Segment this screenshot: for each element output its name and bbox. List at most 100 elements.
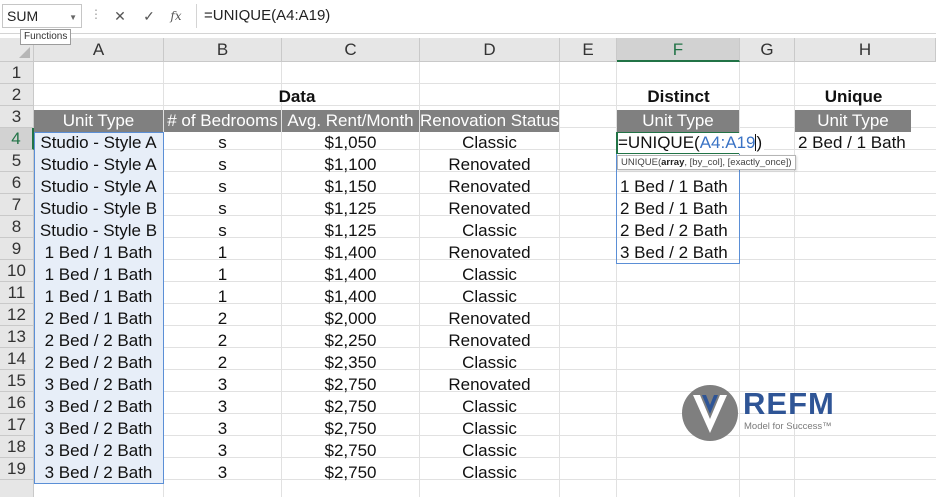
status-cell[interactable]: Classic (420, 264, 559, 286)
unit-type-cell[interactable]: 3 Bed / 2 Bath (34, 418, 163, 440)
row-header-14[interactable]: 14 (0, 348, 34, 370)
cancel-icon[interactable]: ✕ (110, 6, 130, 26)
bedrooms-cell[interactable]: 3 (164, 418, 281, 440)
rent-cell[interactable]: $1,100 (282, 154, 419, 176)
row-header-9[interactable]: 9 (0, 238, 34, 260)
row-header-15[interactable]: 15 (0, 370, 34, 392)
status-cell[interactable]: Renovated (420, 154, 559, 176)
unit-type-cell[interactable]: 3 Bed / 2 Bath (34, 396, 163, 418)
row-header-11[interactable]: 11 (0, 282, 34, 304)
unit-type-cell[interactable]: 1 Bed / 1 Bath (34, 264, 163, 286)
unit-type-cell[interactable]: Studio - Style A (34, 176, 163, 198)
insert-function-icon[interactable]: fx (166, 6, 186, 26)
formula-input[interactable]: =UNIQUE(A4:A19) (196, 4, 934, 28)
unit-type-cell[interactable]: 2 Bed / 2 Bath (34, 330, 163, 352)
status-cell[interactable]: Renovated (420, 176, 559, 198)
status-cell[interactable]: Classic (420, 220, 559, 242)
column-header-b[interactable]: B (164, 38, 282, 62)
row-header-10[interactable]: 10 (0, 260, 34, 282)
status-cell[interactable]: Renovated (420, 198, 559, 220)
unit-type-cell[interactable]: Studio - Style B (34, 220, 163, 242)
bedrooms-cell[interactable]: 1 (164, 242, 281, 264)
row-header-5[interactable]: 5 (0, 150, 34, 172)
rent-cell[interactable]: $1,400 (282, 264, 419, 286)
unit-type-cell[interactable]: Studio - Style A (34, 154, 163, 176)
chevron-down-icon[interactable]: ▼ (69, 13, 77, 22)
column-header-f[interactable]: F (617, 38, 740, 62)
rent-cell[interactable]: $2,750 (282, 462, 419, 484)
rent-cell[interactable]: $2,250 (282, 330, 419, 352)
rent-cell[interactable]: $2,000 (282, 308, 419, 330)
bedrooms-cell[interactable]: s (164, 154, 281, 176)
column-header-e[interactable]: E (560, 38, 617, 62)
status-cell[interactable]: Renovated (420, 308, 559, 330)
rent-cell[interactable]: $1,125 (282, 198, 419, 220)
column-header-g[interactable]: G (740, 38, 795, 62)
row-header-3[interactable]: 3 (0, 106, 34, 128)
row-header-1[interactable]: 1 (0, 62, 34, 84)
rent-cell[interactable]: $1,050 (282, 132, 419, 154)
column-header-h[interactable]: H (795, 38, 936, 62)
status-cell[interactable]: Classic (420, 396, 559, 418)
row-header-13[interactable]: 13 (0, 326, 34, 348)
enter-icon[interactable]: ✓ (139, 6, 159, 26)
column-header-c[interactable]: C (282, 38, 420, 62)
rent-cell[interactable]: $1,150 (282, 176, 419, 198)
header-avg-rent[interactable]: Avg. Rent/Month (282, 110, 419, 132)
unit-type-cell[interactable]: Studio - Style B (34, 198, 163, 220)
status-cell[interactable]: Classic (420, 418, 559, 440)
bedrooms-cell[interactable]: s (164, 132, 281, 154)
bedrooms-cell[interactable]: s (164, 176, 281, 198)
row-header-18[interactable]: 18 (0, 436, 34, 458)
active-cell-formula[interactable]: =UNIQUE(A4:A19) (618, 133, 765, 153)
row-header-4[interactable]: 4 (0, 128, 34, 150)
status-cell[interactable]: Renovated (420, 330, 559, 352)
status-cell[interactable]: Classic (420, 286, 559, 308)
unique-header[interactable]: Unit Type (795, 110, 911, 132)
bedrooms-cell[interactable]: 2 (164, 308, 281, 330)
status-cell[interactable]: Classic (420, 462, 559, 484)
status-cell[interactable]: Classic (420, 132, 559, 154)
unit-type-cell[interactable]: 3 Bed / 2 Bath (34, 462, 163, 484)
bedrooms-cell[interactable]: 3 (164, 396, 281, 418)
row-header-2[interactable]: 2 (0, 84, 34, 106)
rent-cell[interactable]: $2,750 (282, 396, 419, 418)
name-box[interactable]: SUM ▼ (2, 4, 82, 28)
row-header-17[interactable]: 17 (0, 414, 34, 436)
rent-cell[interactable]: $2,750 (282, 374, 419, 396)
rent-cell[interactable]: $2,750 (282, 440, 419, 462)
distinct-value-cell[interactable]: 3 Bed / 2 Bath (617, 242, 739, 264)
rent-cell[interactable]: $1,125 (282, 220, 419, 242)
unit-type-cell[interactable]: 2 Bed / 2 Bath (34, 352, 163, 374)
rent-cell[interactable]: $1,400 (282, 286, 419, 308)
bedrooms-cell[interactable]: 2 (164, 352, 281, 374)
header-renovation-status[interactable]: Renovation Status (420, 110, 559, 132)
bedrooms-cell[interactable]: 3 (164, 374, 281, 396)
bedrooms-cell[interactable]: 2 (164, 330, 281, 352)
bedrooms-cell[interactable]: s (164, 220, 281, 242)
header-unit-type[interactable]: Unit Type (34, 110, 163, 132)
bedrooms-cell[interactable]: s (164, 198, 281, 220)
rent-cell[interactable]: $2,350 (282, 352, 419, 374)
rent-cell[interactable]: $2,750 (282, 418, 419, 440)
distinct-value-cell[interactable]: 2 Bed / 1 Bath (617, 198, 739, 220)
unit-type-cell[interactable]: 1 Bed / 1 Bath (34, 242, 163, 264)
distinct-value-cell[interactable]: 1 Bed / 1 Bath (617, 176, 739, 198)
row-header-20[interactable] (0, 480, 34, 497)
bedrooms-cell[interactable]: 3 (164, 462, 281, 484)
unit-type-cell[interactable]: 3 Bed / 2 Bath (34, 440, 163, 462)
distinct-header[interactable]: Unit Type (617, 110, 739, 132)
status-cell[interactable]: Renovated (420, 242, 559, 264)
bedrooms-cell[interactable]: 1 (164, 286, 281, 308)
column-header-d[interactable]: D (420, 38, 560, 62)
row-header-12[interactable]: 12 (0, 304, 34, 326)
bedrooms-cell[interactable]: 3 (164, 440, 281, 462)
row-header-7[interactable]: 7 (0, 194, 34, 216)
bedrooms-cell[interactable]: 1 (164, 264, 281, 286)
row-header-8[interactable]: 8 (0, 216, 34, 238)
unit-type-cell[interactable]: 3 Bed / 2 Bath (34, 374, 163, 396)
status-cell[interactable]: Renovated (420, 374, 559, 396)
rent-cell[interactable]: $1,400 (282, 242, 419, 264)
unit-type-cell[interactable]: 1 Bed / 1 Bath (34, 286, 163, 308)
status-cell[interactable]: Classic (420, 440, 559, 462)
